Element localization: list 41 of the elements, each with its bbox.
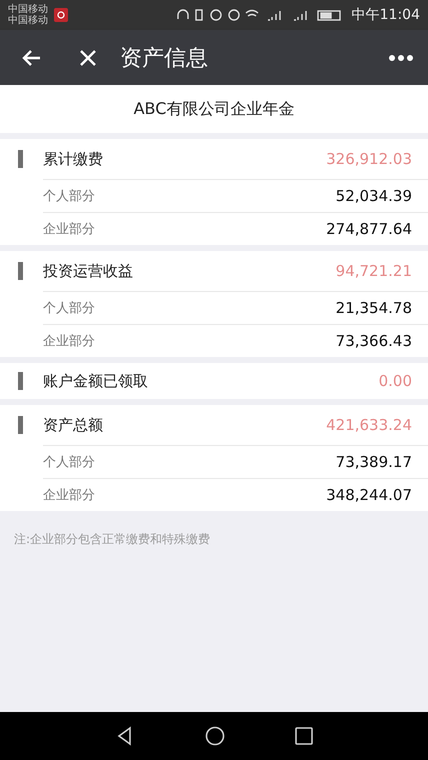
row-value: 73,389.17 — [336, 453, 412, 471]
section-marker — [18, 262, 23, 280]
signal-icon — [266, 10, 280, 21]
section-total: 326,912.03 — [326, 150, 412, 168]
more-button[interactable] — [388, 54, 414, 62]
row-value: 21,354.78 — [336, 299, 412, 317]
row-label: 个人部分 — [43, 454, 96, 471]
row-label: 企业部分 — [43, 221, 96, 238]
home-button[interactable] — [205, 726, 225, 746]
signal-icon — [292, 10, 306, 21]
wifi-icon — [244, 10, 258, 17]
page-title: 资产信息 — [120, 44, 209, 72]
row-label: 个人部分 — [43, 300, 96, 317]
row-label: 个人部分 — [43, 188, 96, 205]
section-label: 投资运营收益 — [43, 262, 134, 280]
section-marker — [18, 372, 23, 390]
vibrate-icon — [194, 9, 202, 21]
clock-time: 中午11:04 — [352, 6, 420, 24]
section-total: 94,721.21 — [336, 262, 412, 280]
row-label: 企业部分 — [43, 333, 96, 350]
section-label: 资产总额 — [43, 416, 104, 434]
section-label: 账户金额已领取 — [43, 372, 149, 390]
section-marker — [18, 416, 23, 434]
headphones-icon — [176, 9, 188, 19]
section-marker — [18, 150, 23, 168]
carrier-name: 中国移动 — [8, 15, 48, 26]
battery-icon — [316, 10, 340, 21]
section-total: 421,633.24 — [326, 416, 412, 434]
carrier-name: 中国移动 — [8, 4, 48, 15]
section-label: 累计缴费 — [43, 150, 104, 168]
row-value: 73,366.43 — [336, 332, 412, 350]
row-label: 企业部分 — [43, 487, 96, 504]
recents-button[interactable] — [295, 727, 313, 745]
section-total: 0.00 — [378, 372, 412, 390]
row-value: 274,877.64 — [326, 220, 412, 238]
company-name: ABC有限公司企业年金 — [134, 98, 294, 120]
footnote: 注:企业部分包含正常缴费和特殊缴费 — [13, 531, 212, 548]
row-value: 348,244.07 — [326, 486, 412, 504]
app-badge-icon — [54, 8, 68, 22]
row-value: 52,034.39 — [336, 187, 412, 205]
close-button[interactable] — [78, 48, 98, 68]
